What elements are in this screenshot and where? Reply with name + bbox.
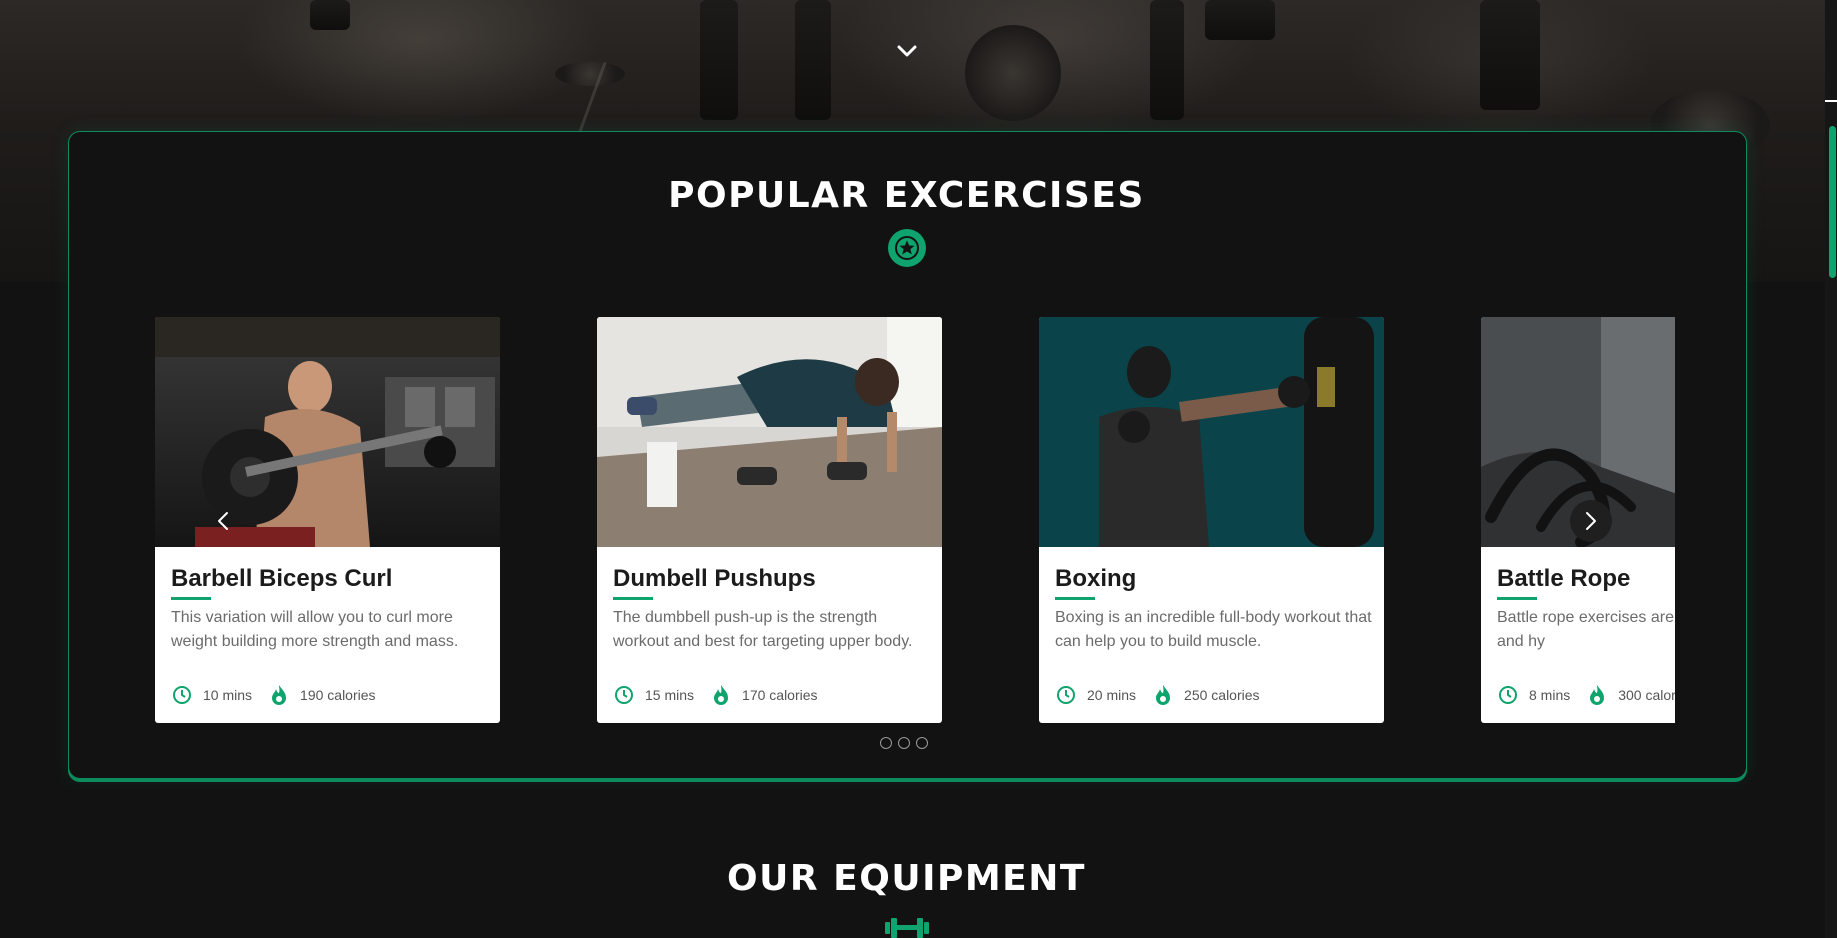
flame-icon — [268, 684, 290, 706]
clock-icon — [613, 684, 635, 706]
title-underline — [1055, 597, 1095, 600]
page-scrollbar[interactable] — [1825, 0, 1837, 938]
exercise-description: Boxing is an incredible full-body workou… — [1055, 609, 1372, 650]
chevron-down-icon — [897, 45, 917, 57]
scroll-down-button[interactable] — [894, 38, 920, 64]
title-underline — [1497, 597, 1537, 600]
carousel-next-button[interactable] — [1570, 500, 1612, 542]
carousel-prev-button[interactable] — [202, 500, 244, 542]
clock-icon — [1497, 684, 1519, 706]
section-title-popular: POPULAR EXCERCISES — [668, 175, 1145, 216]
exercise-calories: 170 calories — [742, 687, 818, 703]
clock-icon — [171, 684, 193, 706]
exercise-image — [597, 317, 942, 547]
exercise-meta: 20 mins 250 calories — [1055, 684, 1276, 706]
title-underline — [171, 597, 211, 600]
scroll-marker — [1825, 100, 1837, 102]
title-underline — [613, 597, 653, 600]
flame-icon — [1152, 684, 1174, 706]
exercise-meta: 10 mins 190 calories — [171, 684, 392, 706]
exercise-duration: 20 mins — [1087, 687, 1137, 703]
dumbbell-icon — [883, 916, 931, 938]
scrollbar-thumb[interactable] — [1829, 126, 1836, 278]
exercise-duration: 10 mins — [203, 687, 253, 703]
exercise-description: This variation will allow you to curl mo… — [171, 609, 459, 650]
exercise-calories: 190 calories — [300, 687, 376, 703]
clock-icon — [1055, 684, 1077, 706]
exercise-calories: 250 calories — [1184, 687, 1260, 703]
exercise-title: Dumbell Pushups — [613, 565, 816, 592]
star-icon — [888, 229, 926, 267]
exercise-duration: 8 mins — [1529, 687, 1571, 703]
exercise-title: Barbell Biceps Curl — [171, 565, 393, 592]
carousel-dot[interactable] — [898, 737, 910, 749]
exercise-meta: 15 mins 170 calories — [613, 684, 834, 706]
exercise-title: Boxing — [1055, 565, 1137, 592]
chevron-right-icon — [1586, 512, 1596, 530]
carousel-dot[interactable] — [880, 737, 892, 749]
carousel-pagination — [880, 737, 928, 749]
exercise-carousel: Barbell Biceps Curl This variation will … — [155, 317, 1675, 725]
flame-icon — [1586, 684, 1608, 706]
chevron-left-icon — [218, 512, 228, 530]
flame-icon — [710, 684, 732, 706]
exercise-description: The dumbbell push-up is the strength wor… — [613, 609, 913, 650]
exercise-duration: 15 mins — [645, 687, 695, 703]
exercise-image — [1039, 317, 1384, 547]
exercise-card[interactable]: Dumbell Pushups The dumbbell push-up is … — [597, 317, 942, 723]
section-title-equipment: OUR EQUIPMENT — [727, 858, 1086, 899]
exercise-title: Battle Rope — [1497, 565, 1631, 592]
exercise-meta: 8 mins 300 calories — [1497, 684, 1675, 706]
exercise-calories: 300 calories — [1618, 687, 1675, 703]
exercise-card[interactable]: Boxing Boxing is an incredible full-body… — [1039, 317, 1384, 723]
exercise-description: Battle rope exercises are muscular stren… — [1497, 609, 1675, 650]
carousel-dot[interactable] — [916, 737, 928, 749]
